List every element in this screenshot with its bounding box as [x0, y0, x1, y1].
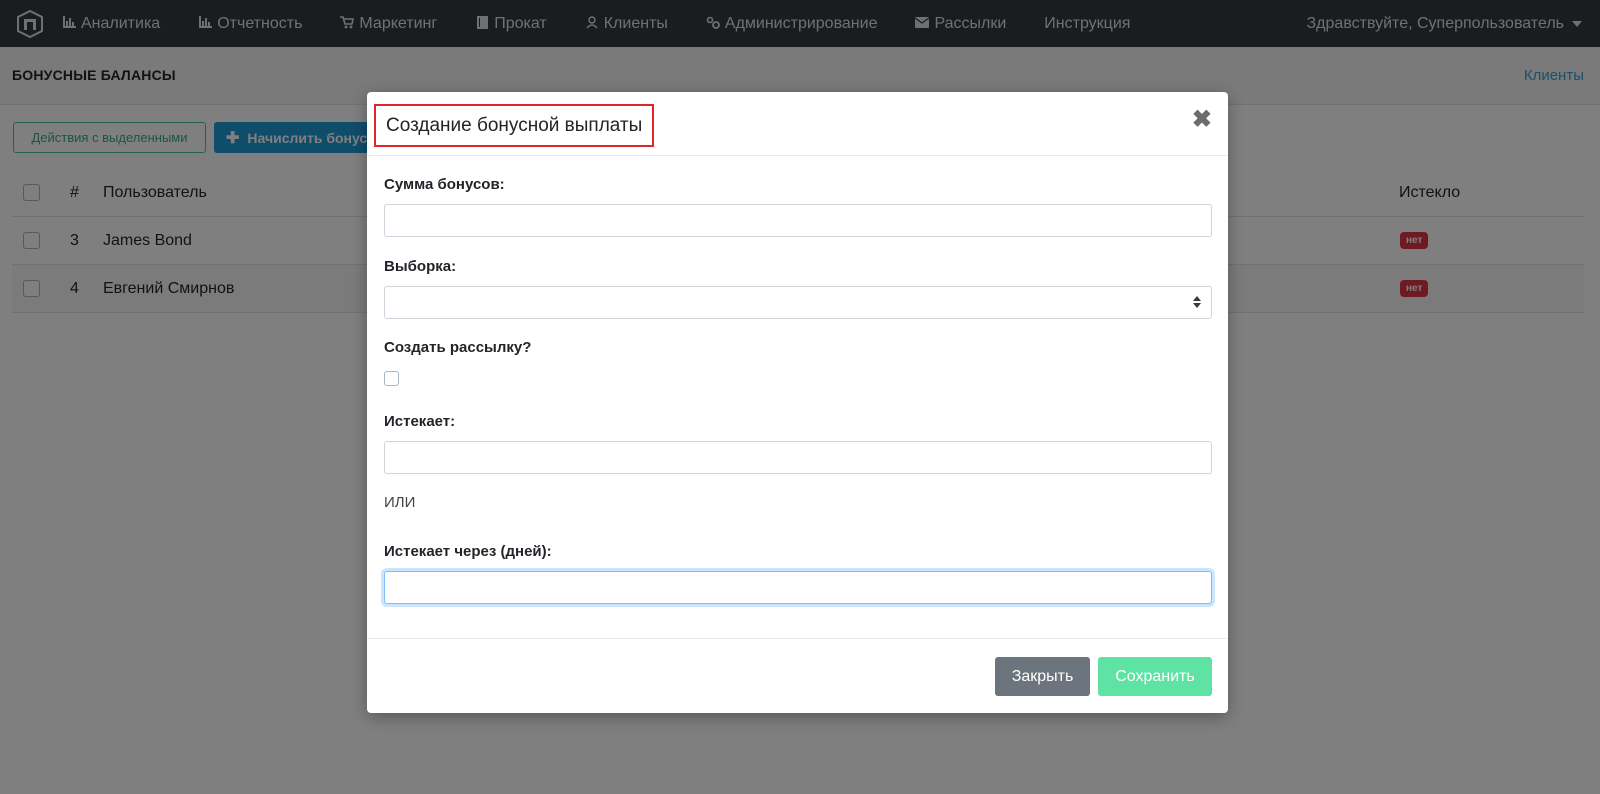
close-button[interactable]: Закрыть	[995, 657, 1090, 696]
expires-in-days-input[interactable]	[384, 571, 1212, 604]
amount-label: Сумма бонусов:	[384, 176, 505, 193]
expires-label: Истекает:	[384, 413, 456, 430]
create-bonus-modal: Создание бонусной выплаты ✖ Сумма бонусо…	[367, 92, 1228, 713]
expires-in-days-label: Истекает через (дней):	[384, 543, 552, 560]
create-mailing-label: Создать рассылку?	[384, 339, 532, 356]
amount-input[interactable]	[384, 204, 1212, 237]
close-icon[interactable]: ✖	[1192, 108, 1212, 132]
modal-footer: Закрыть Сохранить	[367, 638, 1228, 713]
modal-title: Создание бонусной выплаты	[374, 104, 655, 147]
save-button[interactable]: Сохранить	[1098, 657, 1212, 696]
selection-label: Выборка:	[384, 258, 457, 275]
selection-select[interactable]	[384, 286, 1212, 319]
select-arrows-icon	[1193, 296, 1201, 310]
create-mailing-checkbox[interactable]	[384, 371, 399, 386]
expires-input[interactable]	[384, 441, 1212, 474]
modal-header: Создание бонусной выплаты ✖	[367, 92, 1228, 156]
or-separator: ИЛИ	[384, 494, 416, 511]
